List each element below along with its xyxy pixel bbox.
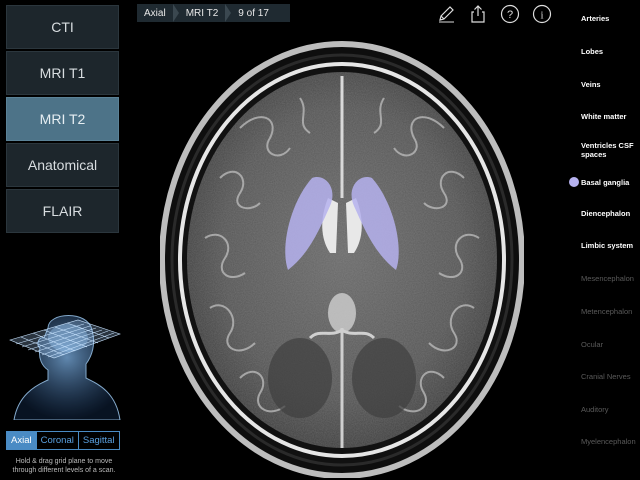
structure-limbic-system[interactable]: Limbic system — [581, 241, 640, 250]
structure-diencephalon[interactable]: Diencephalon — [581, 209, 640, 218]
breadcrumb: Axial MRI T2 9 of 17 — [137, 4, 290, 22]
scan-mode-list: CTI MRI T1 MRI T2 Anatomical FLAIR — [6, 5, 119, 235]
structure-auditory: Auditory — [581, 405, 609, 414]
structure-metencephalon: Metencephalon — [581, 307, 633, 316]
mode-button-mri-t2[interactable]: MRI T2 — [6, 97, 119, 141]
info-icon[interactable]: i — [532, 4, 552, 24]
structure-mesencephalon: Mesencephalon — [581, 274, 634, 283]
svg-text:?: ? — [507, 9, 513, 21]
breadcrumb-plane[interactable]: Axial — [137, 8, 173, 19]
structure-ventricles[interactable]: Ventricles CSF spaces — [581, 141, 640, 159]
plane-tabs: Axial Coronal Sagittal — [6, 431, 120, 450]
breadcrumb-mode[interactable]: MRI T2 — [179, 8, 226, 19]
structure-lobes[interactable]: Lobes — [581, 47, 640, 56]
selected-dot-icon — [569, 177, 579, 187]
pencil-icon[interactable] — [436, 4, 456, 24]
mode-button-cti[interactable]: CTI — [6, 5, 119, 49]
structure-arteries[interactable]: Arteries — [581, 14, 640, 23]
mode-button-anatomical[interactable]: Anatomical — [6, 143, 119, 187]
structure-cranial-nerves: Cranial Nerves — [581, 372, 631, 381]
plane-hint-text: Hold & drag grid plane to move through d… — [12, 458, 116, 474]
structure-label: Basal ganglia — [581, 178, 630, 187]
tab-axial[interactable]: Axial — [7, 432, 37, 449]
breadcrumb-slice: 9 of 17 — [238, 7, 269, 19]
structure-ocular: Ocular — [581, 340, 604, 349]
tab-sagittal[interactable]: Sagittal — [78, 432, 119, 449]
help-icon[interactable]: ? — [500, 4, 520, 24]
mode-button-mri-t1[interactable]: MRI T1 — [6, 51, 119, 95]
grid-plane-icon — [9, 319, 121, 359]
share-icon[interactable] — [468, 4, 488, 24]
structure-basal-ganglia[interactable]: Basal ganglia — [569, 177, 640, 187]
mode-button-flair[interactable]: FLAIR — [6, 189, 119, 233]
svg-text:i: i — [540, 10, 543, 22]
tab-coronal[interactable]: Coronal — [36, 432, 79, 449]
structure-veins[interactable]: Veins — [581, 80, 640, 89]
mri-axial-slice[interactable] — [160, 38, 524, 478]
structure-white-matter[interactable]: White matter — [581, 112, 640, 121]
structure-myelencephalon: Myelencephalon — [581, 437, 636, 446]
head-plane-widget[interactable] — [8, 300, 123, 420]
toolbar: ? i — [436, 4, 552, 24]
